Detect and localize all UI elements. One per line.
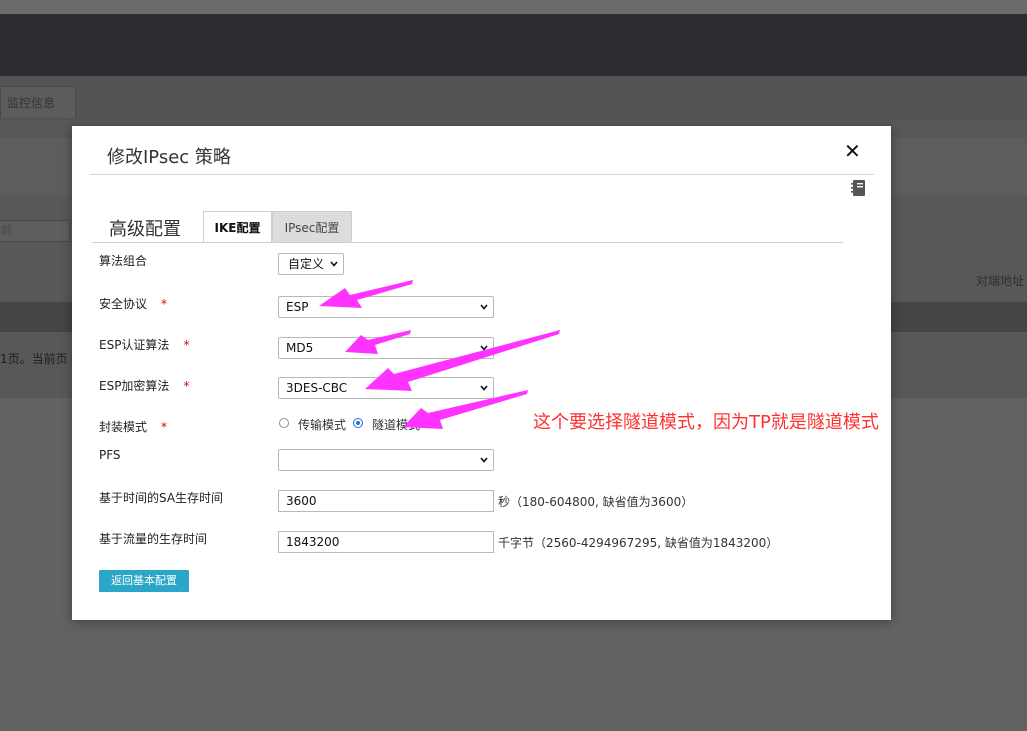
pfs-select[interactable] (278, 449, 494, 471)
back-to-basic-config-button[interactable]: 返回基本配置 (99, 570, 189, 592)
tunnel-mode-label[interactable]: 隧道模式 (372, 416, 420, 433)
radio-transport-mode[interactable] (279, 418, 289, 428)
transport-mode-label[interactable]: 传输模式 (298, 416, 346, 433)
esp-auth-label: ESP认证算法 * (99, 338, 190, 352)
sa-lifetime-traffic-hint: 千字节（2560-4294967295, 缺省值为1843200） (498, 536, 779, 550)
required-marker: * (161, 420, 168, 434)
close-icon[interactable]: ✕ (844, 140, 861, 162)
sa-lifetime-traffic-label: 基于流量的生存时间 (99, 532, 208, 546)
dialog-title: 修改IPsec 策略 (107, 147, 231, 168)
chevron-down-icon (480, 304, 488, 310)
esp-auth-select[interactable]: MD5 (278, 337, 494, 359)
encap-mode-label: 封装模式 * (99, 420, 168, 434)
chevron-down-icon (480, 385, 488, 391)
sa-lifetime-time-hint: 秒（180-604800, 缺省值为3600） (498, 495, 694, 509)
edit-ipsec-policy-dialog: 修改IPsec 策略 ✕ 高级配置 IKE配置 IPsec配置 算法组合 自定义… (72, 126, 891, 620)
section-title-advanced: 高级配置 (109, 219, 181, 240)
radio-tunnel-mode[interactable] (353, 418, 363, 428)
tab-ike-config[interactable]: IKE配置 (203, 211, 272, 243)
sa-lifetime-traffic-input[interactable]: 1843200 (278, 531, 494, 553)
required-marker: * (183, 379, 190, 393)
chevron-down-icon (480, 345, 488, 351)
sa-lifetime-time-label: 基于时间的SA生存时间 (99, 491, 224, 505)
algorithm-combo-select[interactable]: 自定义 (278, 253, 344, 275)
sa-lifetime-time-input[interactable]: 3600 (278, 490, 494, 512)
required-marker: * (183, 338, 190, 352)
background-search-input[interactable]: 前 (0, 220, 70, 242)
tab-divider (92, 242, 843, 243)
background-header (0, 14, 1027, 76)
background-top-strip (0, 0, 1027, 14)
esp-encrypt-label: ESP加密算法 * (99, 379, 190, 393)
background-column-peer-address: 对端地址 (976, 274, 1025, 288)
algorithm-combo-label: 算法组合 (99, 254, 148, 268)
chevron-down-icon (330, 261, 338, 267)
esp-encrypt-select[interactable]: 3DES-CBC (278, 377, 494, 399)
notebook-icon[interactable] (850, 179, 866, 197)
tab-ipsec-config[interactable]: IPsec配置 (272, 211, 352, 243)
pfs-label: PFS (99, 448, 121, 462)
background-pagination-text: 1页。当前页 (0, 352, 68, 366)
security-protocol-select[interactable]: ESP (278, 296, 494, 318)
security-protocol-label: 安全协议 * (99, 297, 168, 311)
required-marker: * (161, 297, 168, 311)
background-tab-bar (0, 76, 1027, 120)
chevron-down-icon (480, 457, 488, 463)
background-tab-monitor[interactable]: 监控信息 (0, 86, 76, 118)
annotation-note: 这个要选择隧道模式，因为TP就是隧道模式 (533, 412, 879, 433)
title-divider (90, 174, 874, 175)
